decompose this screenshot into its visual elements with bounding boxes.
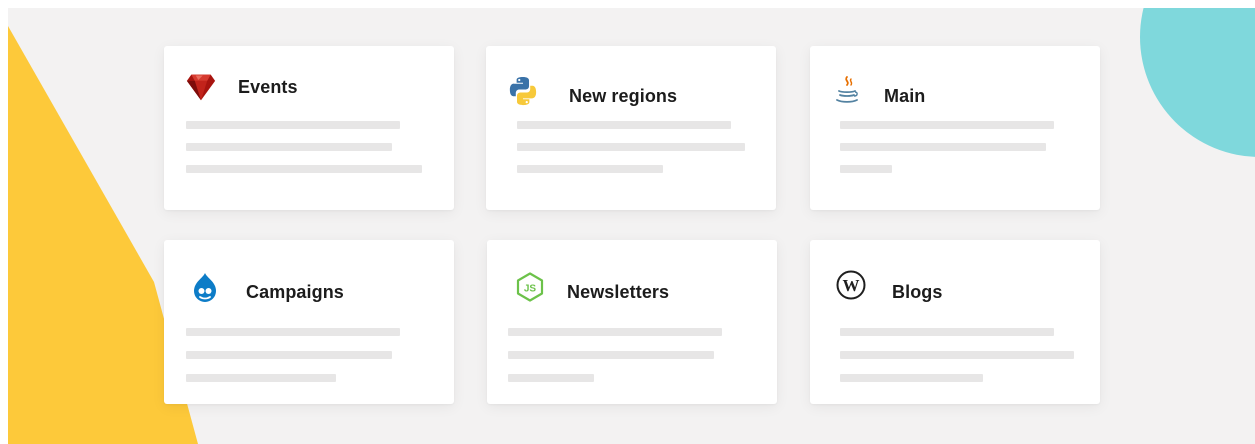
placeholder-line xyxy=(840,328,1054,336)
placeholder-line xyxy=(840,351,1074,359)
placeholder-line xyxy=(186,374,336,382)
placeholder-line xyxy=(840,121,1054,129)
nodejs-icon: JS xyxy=(515,272,545,302)
card-events[interactable]: Events xyxy=(164,46,454,210)
card-title: Events xyxy=(238,77,298,97)
card-title: Main xyxy=(884,86,926,106)
card-new-regions[interactable]: New regions xyxy=(486,46,776,210)
placeholder-line xyxy=(508,328,722,336)
canvas: Events New regions Main Campaigns JS New… xyxy=(8,8,1255,444)
placeholder-line xyxy=(840,143,1046,151)
wordpress-glyph: W xyxy=(843,276,860,295)
drupal-icon xyxy=(190,272,220,302)
card-main[interactable]: Main xyxy=(810,46,1100,210)
placeholder-line xyxy=(517,143,745,151)
wordpress-icon: W xyxy=(836,270,866,300)
placeholder-line xyxy=(508,351,714,359)
card-newsletters[interactable]: JS Newsletters xyxy=(487,240,777,404)
card-title: New regions xyxy=(569,86,678,106)
python-icon xyxy=(508,76,538,106)
placeholder-line xyxy=(508,374,594,382)
card-campaigns[interactable]: Campaigns xyxy=(164,240,454,404)
placeholder-line xyxy=(186,328,400,336)
nodejs-glyph: JS xyxy=(524,284,537,295)
card-title: Blogs xyxy=(892,282,943,302)
placeholder-line xyxy=(186,351,392,359)
teal-decorative-circle xyxy=(1140,8,1255,157)
java-icon xyxy=(832,76,862,106)
placeholder-line xyxy=(186,165,422,173)
placeholder-line xyxy=(517,165,663,173)
placeholder-line xyxy=(186,143,392,151)
placeholder-line xyxy=(186,121,400,129)
card-title: Campaigns xyxy=(246,282,344,302)
card-blogs[interactable]: W Blogs xyxy=(810,240,1100,404)
placeholder-line xyxy=(517,121,731,129)
ruby-icon xyxy=(186,72,216,102)
placeholder-line xyxy=(840,374,983,382)
card-title: Newsletters xyxy=(567,282,670,302)
placeholder-line xyxy=(840,165,892,173)
